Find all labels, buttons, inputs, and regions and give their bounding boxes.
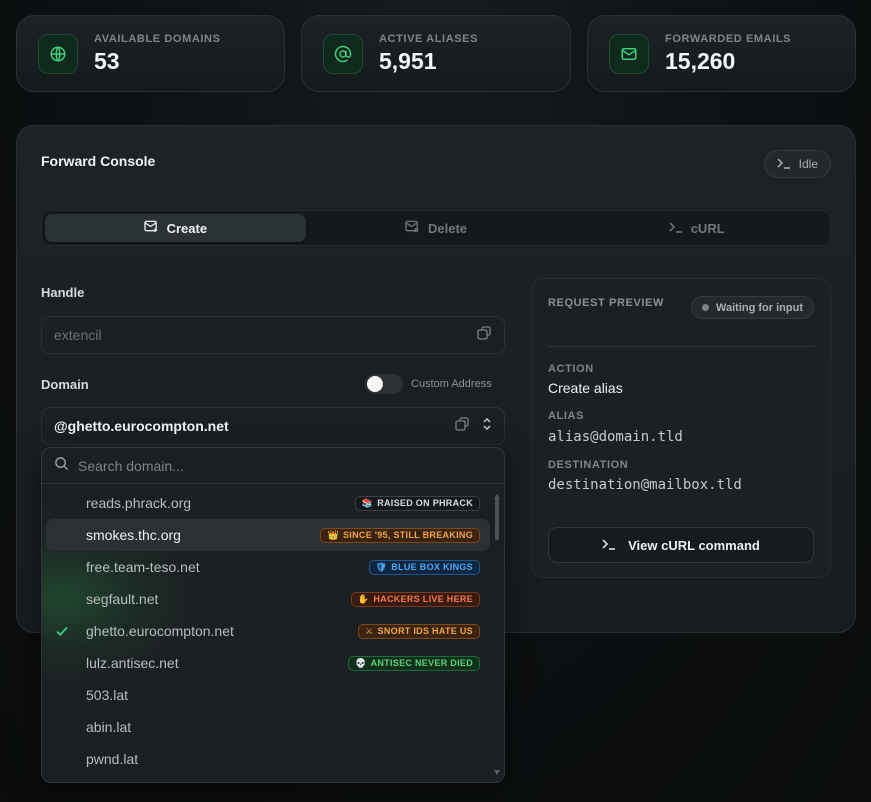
tag-label: SNORT IDS HATE US (377, 626, 473, 636)
terminal-icon (602, 538, 616, 553)
handle-placeholder: extencil (54, 327, 102, 343)
terminal-icon (777, 157, 791, 172)
domain-select[interactable]: @ghetto.eurocompton.net (41, 407, 505, 445)
scroll-thumb[interactable] (495, 496, 499, 540)
domain-option[interactable]: lulz.antisec.net 💀 ANTISEC NEVER DIED (46, 647, 490, 679)
dropdown-scrollbar[interactable] (494, 486, 501, 780)
option-label: pwnd.lat (86, 751, 139, 767)
terminal-icon (669, 221, 683, 236)
tab-create[interactable]: Create (45, 214, 306, 242)
waiting-badge: Waiting for input (691, 296, 814, 319)
domain-tag: 📚 RAISED ON PHRACK (354, 495, 480, 511)
domain-option[interactable]: free.team-teso.net 🛡 BLUE BOX KINGS (46, 551, 490, 583)
tag-label: HACKERS LIVE HERE (373, 594, 473, 604)
mail-plus-icon (143, 220, 159, 236)
hand-icon: ✋ (357, 593, 370, 604)
custom-address-toggle[interactable] (365, 374, 403, 394)
stat-value: 53 (94, 47, 120, 74)
stat-card-forwarded-emails: FORWARDED EMAILS 15,260 (587, 15, 856, 92)
status-dot-icon (702, 304, 710, 311)
action-label: ACTION (548, 363, 594, 375)
domain-search-input[interactable] (78, 457, 458, 474)
mode-tabs: Create Delete cURL (41, 210, 831, 246)
domain-dropdown: reads.phrack.org 📚 RAISED ON PHRACK smok… (41, 447, 505, 783)
check-icon (55, 624, 69, 641)
search-icon (54, 456, 69, 476)
request-preview: REQUEST PREVIEW Waiting for input ACTION… (531, 278, 831, 578)
domain-search (42, 448, 504, 484)
scroll-down-icon[interactable] (494, 762, 500, 780)
view-curl-button[interactable]: View cURL command (548, 527, 814, 563)
option-label: smokes.thc.org (86, 527, 181, 543)
alias-value: alias@domain.tld (548, 429, 683, 445)
domain-tag: 👑 SINCE '95, STILL BREAKING (320, 527, 480, 543)
crown-icon: 👑 (327, 529, 339, 540)
stat-label: FORWARDED EMAILS (665, 32, 792, 45)
stat-card-active-aliases: ACTIVE ALIASES 5,951 (301, 15, 571, 92)
tag-label: SINCE '95, STILL BREAKING (343, 530, 473, 540)
mail-x-icon (405, 220, 420, 236)
preview-title: REQUEST PREVIEW (548, 297, 664, 309)
option-label: lulz.antisec.net (86, 655, 179, 671)
at-icon (323, 33, 363, 74)
domain-tag: 🛡 BLUE BOX KINGS (368, 559, 480, 575)
option-label: free.team-teso.net (86, 559, 200, 575)
tag-label: ANTISEC NEVER DIED (370, 658, 473, 668)
alias-label: ALIAS (548, 410, 584, 422)
handle-label: Handle (41, 285, 85, 300)
waiting-text: Waiting for input (716, 301, 803, 314)
chevron-up-down-icon (482, 417, 492, 436)
shield-icon: 🛡 (375, 561, 388, 572)
option-label: reads.phrack.org (86, 495, 192, 511)
domain-tag: 💀 ANTISEC NEVER DIED (348, 655, 480, 671)
stat-value: 15,260 (665, 47, 736, 74)
tab-label: Create (166, 220, 208, 236)
destination-label: DESTINATION (548, 459, 629, 471)
toggle-knob (367, 376, 383, 392)
domain-label: Domain (41, 377, 89, 392)
domain-option[interactable]: segfault.net ✋ HACKERS LIVE HERE (46, 583, 490, 615)
option-label: ghetto.eurocompton.net (86, 623, 234, 639)
domain-tag: ⚔ SNORT IDS HATE US (358, 623, 480, 639)
console-title: Forward Console (41, 153, 156, 169)
domain-option[interactable]: 503.lat (46, 679, 490, 711)
books-icon: 📚 (361, 497, 374, 508)
stat-card-available-domains: AVAILABLE DOMAINS 53 (16, 15, 285, 92)
skull-icon: 💀 (355, 657, 367, 668)
domain-option[interactable]: reads.phrack.org 📚 RAISED ON PHRACK (46, 487, 490, 519)
custom-address-label: Custom Address (411, 378, 492, 390)
destination-value: destination@mailbox.tld (548, 477, 742, 493)
status-badge: Idle (763, 150, 831, 178)
domain-value: @ghetto.eurocompton.net (54, 418, 229, 434)
random-icon[interactable] (454, 416, 470, 437)
stat-value: 5,951 (379, 47, 437, 74)
domain-option-selected[interactable]: ghetto.eurocompton.net ⚔ SNORT IDS HATE … (46, 615, 490, 647)
domain-tag: ✋ HACKERS LIVE HERE (350, 591, 480, 607)
stat-label: AVAILABLE DOMAINS (94, 32, 221, 45)
swords-icon: ⚔ (365, 625, 374, 636)
option-label: abin.lat (86, 719, 132, 735)
status-text: Idle (798, 157, 818, 171)
tab-delete[interactable]: Delete (306, 214, 567, 242)
random-icon[interactable] (476, 325, 492, 346)
handle-input[interactable]: extencil (41, 316, 505, 354)
tag-label: BLUE BOX KINGS (391, 562, 473, 572)
tab-label: cURL (690, 220, 725, 236)
mail-icon (609, 33, 649, 74)
domain-option[interactable]: smokes.thc.org 👑 SINCE '95, STILL BREAKI… (46, 519, 490, 551)
stat-label: ACTIVE ALIASES (379, 32, 479, 45)
divider (548, 346, 814, 347)
globe-icon (38, 33, 78, 74)
tag-label: RAISED ON PHRACK (377, 498, 473, 508)
domain-option[interactable]: abin.lat (46, 711, 490, 743)
option-label: segfault.net (86, 591, 159, 607)
domain-option[interactable]: pwnd.lat (46, 743, 490, 775)
curl-button-label: View cURL command (628, 537, 760, 553)
tab-curl[interactable]: cURL (566, 214, 827, 242)
action-value: Create alias (548, 380, 623, 396)
tab-label: Delete (427, 220, 468, 236)
option-label: 503.lat (86, 687, 129, 703)
